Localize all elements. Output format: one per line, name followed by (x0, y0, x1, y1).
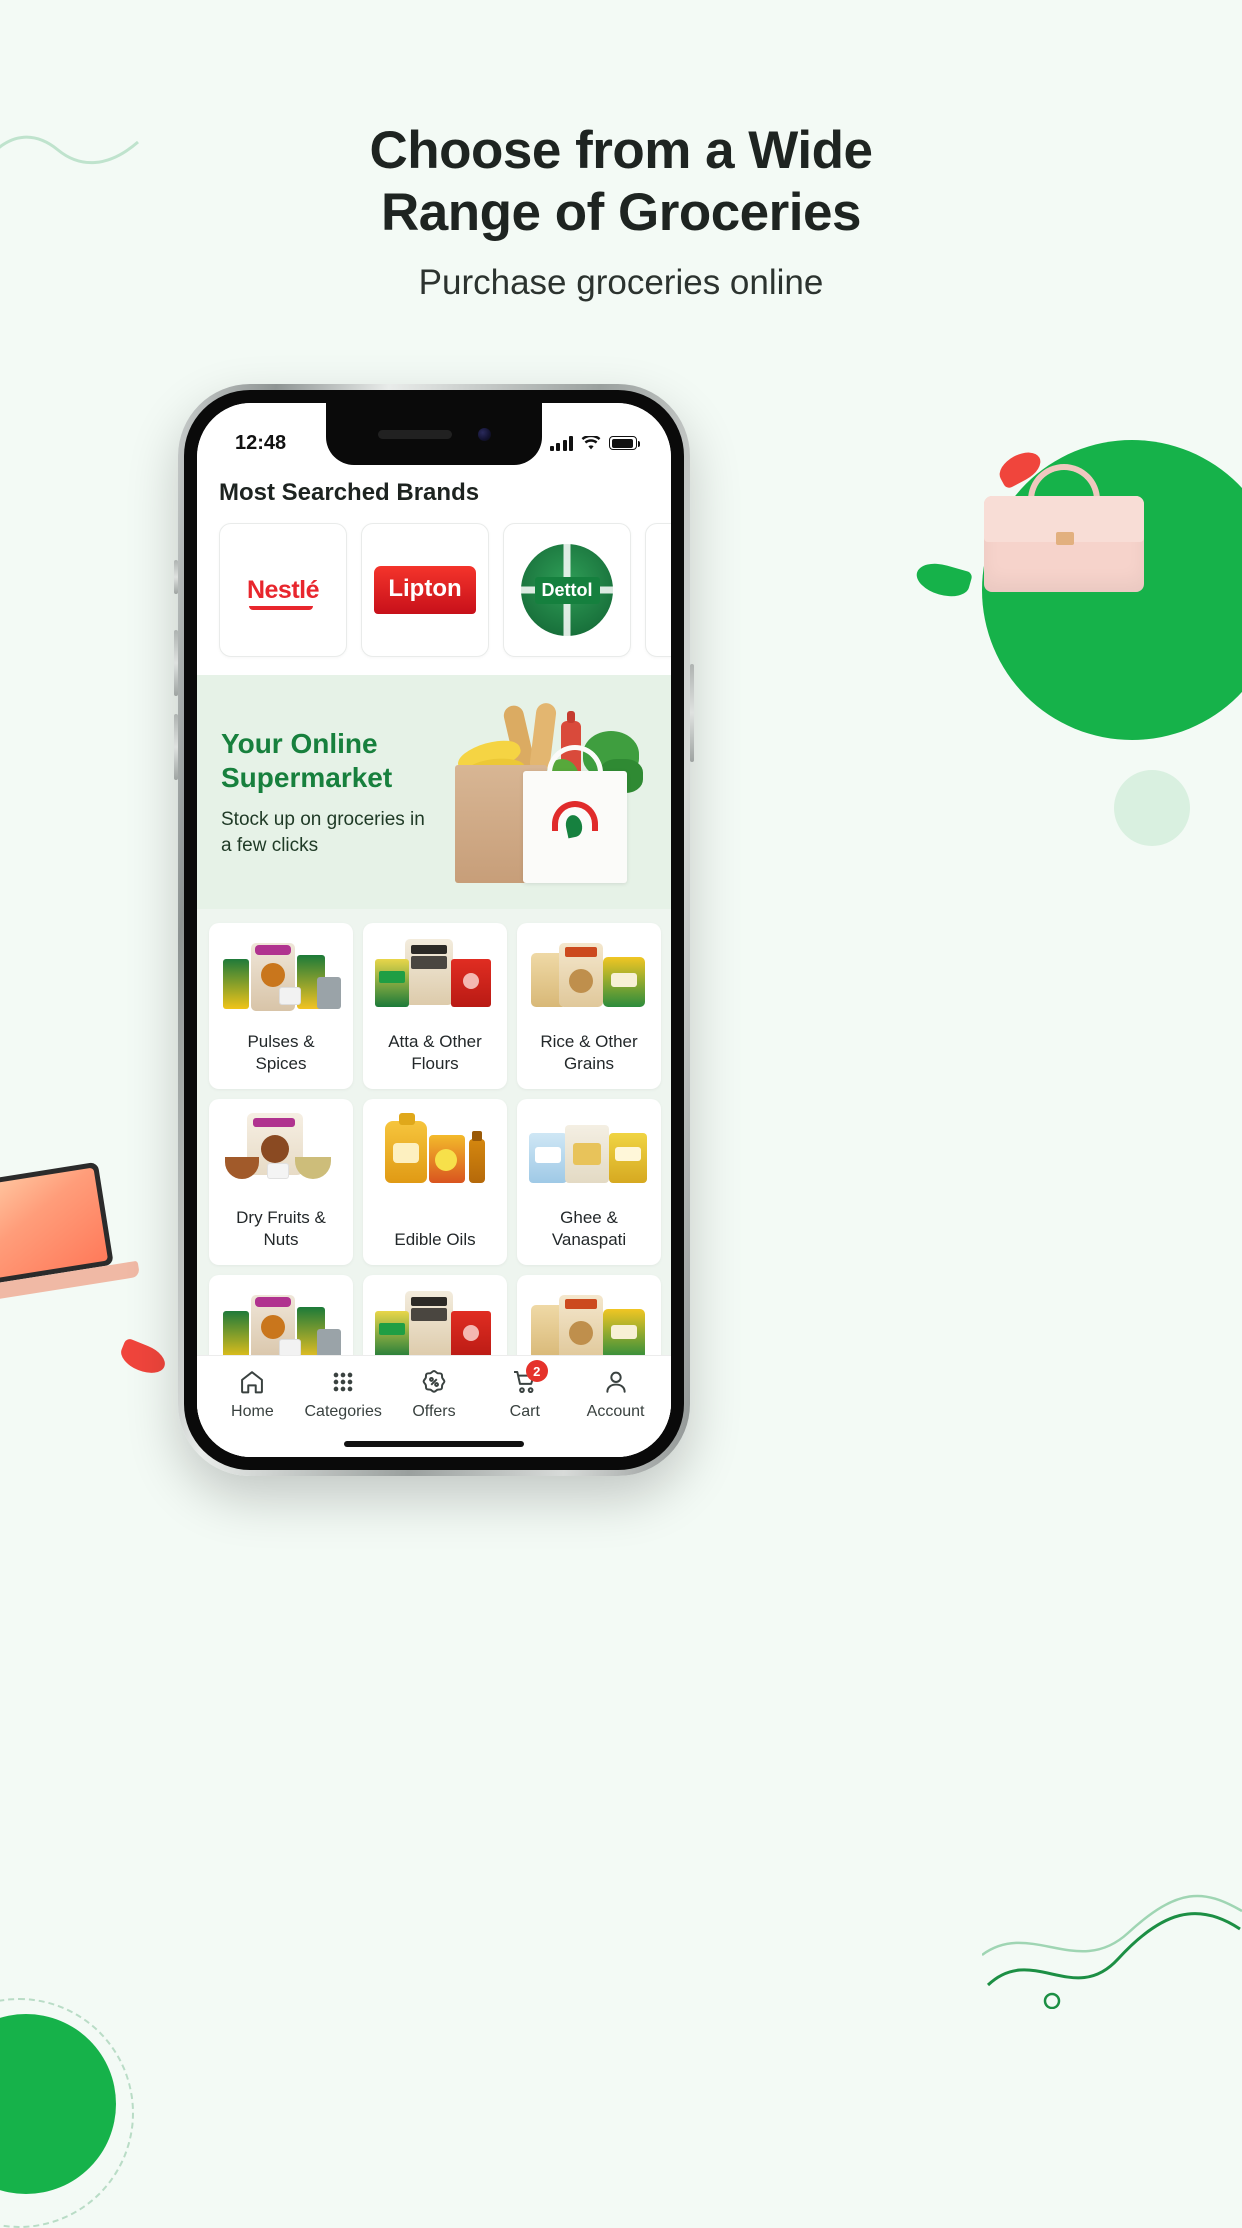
category-grid: Pulses & Spices Atta & Other Flours Rice… (197, 909, 671, 1355)
phone-mute-switch (174, 560, 178, 594)
category-card[interactable]: Rice & Other Grains (517, 1275, 661, 1355)
red-leaf-decoration (994, 446, 1046, 490)
red-leaf-decoration-2 (116, 1337, 170, 1379)
phone-notch (326, 403, 542, 465)
cart-badge: 2 (525, 1360, 548, 1382)
brands-section-title: Most Searched Brands (219, 479, 480, 506)
nav-item-cart[interactable]: 2 Cart (483, 1360, 567, 1421)
handbag-illustration (984, 462, 1144, 592)
dry-fruits-nuts-pack-icon (217, 1113, 345, 1191)
phone-power-button (690, 664, 694, 762)
wave-decoration-bottom-right (982, 1894, 1242, 2009)
category-label-line-2: Vanaspati (551, 1230, 627, 1249)
promo-title-line-1: Your Online (221, 728, 378, 759)
earpiece-speaker-icon (377, 429, 452, 439)
brand-card-lipton[interactable]: Lipton (361, 523, 489, 657)
status-bar-time: 12:48 (235, 431, 287, 454)
category-label-line-2: Spices (255, 1054, 307, 1073)
nav-label-account: Account (586, 1403, 645, 1420)
category-card[interactable]: Atta & Other Flours (363, 1275, 507, 1355)
grocery-bags-illustration (449, 702, 647, 883)
category-card[interactable]: Pulses & Spices (209, 1275, 353, 1355)
pulses-spices-packs-icon (217, 937, 345, 1015)
promo-banner[interactable]: Your Online Supermarket Stock up on groc… (197, 675, 671, 909)
dettol-logo-label: Dettol (534, 576, 600, 604)
category-card[interactable]: Rice & Other Grains (517, 923, 661, 1089)
phone-mockup: 12:48 Most Searched Brands Nestlé Lipton… (174, 384, 694, 1476)
category-label-line-1: Rice & Other (540, 1032, 638, 1051)
promo-title-line-2: Supermarket (221, 762, 393, 793)
edible-oil-bottles-icon (371, 1113, 499, 1191)
category-card[interactable]: Dry Fruits & Nuts (209, 1099, 353, 1265)
category-card[interactable]: Pulses & Spices (209, 923, 353, 1089)
phone-volume-down-button (174, 714, 178, 780)
headline-line-2: Range of Groceries (381, 183, 861, 242)
store-logo-icon (552, 801, 598, 843)
light-green-circle-decoration (1114, 770, 1190, 846)
category-label-line-1: Pulses & (247, 1032, 315, 1051)
category-label-line-2: Grains (563, 1054, 615, 1073)
nav-item-offers[interactable]: Offers (392, 1368, 476, 1421)
atta-flour-packs-icon (371, 1289, 499, 1355)
category-card[interactable]: Atta & Other Flours (363, 923, 507, 1089)
app-scroll-area[interactable]: Most Searched Brands Nestlé Lipton Detto… (197, 465, 671, 1355)
phone-screen: 12:48 Most Searched Brands Nestlé Lipton… (197, 403, 671, 1457)
promo-subtitle-line-2: a few clicks (221, 835, 319, 856)
nav-label-categories: Categories (304, 1403, 382, 1420)
offer-tag-icon (420, 1368, 448, 1396)
category-label-line-1: Atta & Other (388, 1032, 482, 1051)
atta-flour-packs-icon (371, 937, 499, 1015)
user-account-icon (602, 1368, 630, 1396)
headline-line-1: Choose from a Wide (369, 121, 873, 180)
home-indicator (197, 1431, 671, 1457)
cellular-bars-icon (549, 435, 573, 451)
pulses-spices-packs-icon (217, 1289, 345, 1355)
nestle-logo: Nestlé (246, 575, 320, 610)
category-label-line-1: Ghee & (560, 1208, 618, 1227)
green-leaf-decoration (912, 558, 974, 602)
dettol-logo: Dettol (521, 544, 613, 636)
dashed-ring-decoration (0, 1998, 134, 2228)
shopping-cart-icon: 2 (511, 1360, 548, 1396)
nav-label-offers: Offers (412, 1403, 456, 1420)
ghee-vanaspati-packs-icon (525, 1113, 653, 1191)
phone-volume-up-button (174, 630, 178, 696)
green-blob-decoration (0, 2014, 116, 2194)
wifi-icon (581, 435, 601, 449)
brand-card-nestle[interactable]: Nestlé (219, 523, 347, 657)
brand-card-dettol[interactable]: Dettol (503, 523, 631, 657)
page-subtitle: Purchase groceries online (418, 263, 824, 302)
front-camera-icon (477, 427, 491, 441)
home-icon (238, 1368, 266, 1396)
nav-label-cart: Cart (509, 1403, 540, 1420)
grocery-app: Most Searched Brands Nestlé Lipton Detto… (197, 403, 671, 1457)
lipton-logo: Lipton (374, 566, 476, 614)
brands-carousel[interactable]: Nestlé Lipton Dettol Ke (197, 507, 671, 675)
rice-grains-packs-icon (525, 937, 653, 1015)
category-card[interactable]: Edible Oils (363, 1099, 507, 1265)
nav-item-account[interactable]: Account (574, 1368, 658, 1421)
brand-card-kelloggs[interactable]: Ke (645, 523, 671, 657)
category-label-line-2: Flours (411, 1054, 459, 1073)
category-label-line-1: Edible Oils (394, 1230, 476, 1249)
battery-icon (609, 436, 641, 450)
nav-item-home[interactable]: Home (210, 1368, 294, 1421)
green-circle-decoration (982, 440, 1242, 740)
category-label-line-2: Nuts (263, 1230, 299, 1249)
nav-label-home: Home (231, 1403, 274, 1420)
laptop-illustration (0, 1157, 150, 1333)
category-card[interactable]: Ghee & Vanaspati (517, 1099, 661, 1265)
bottom-navigation-bar: Home Categories Offers 2 Cart Account (197, 1355, 671, 1431)
grid-dots-icon (329, 1368, 357, 1396)
rice-grains-packs-icon (525, 1289, 653, 1355)
category-label-line-1: Dry Fruits & (236, 1208, 326, 1227)
promo-subtitle-line-1: Stock up on groceries in (221, 809, 425, 830)
page-title: Choose from a Wide Range of Groceries (0, 120, 1242, 244)
nav-item-categories[interactable]: Categories (301, 1368, 385, 1421)
